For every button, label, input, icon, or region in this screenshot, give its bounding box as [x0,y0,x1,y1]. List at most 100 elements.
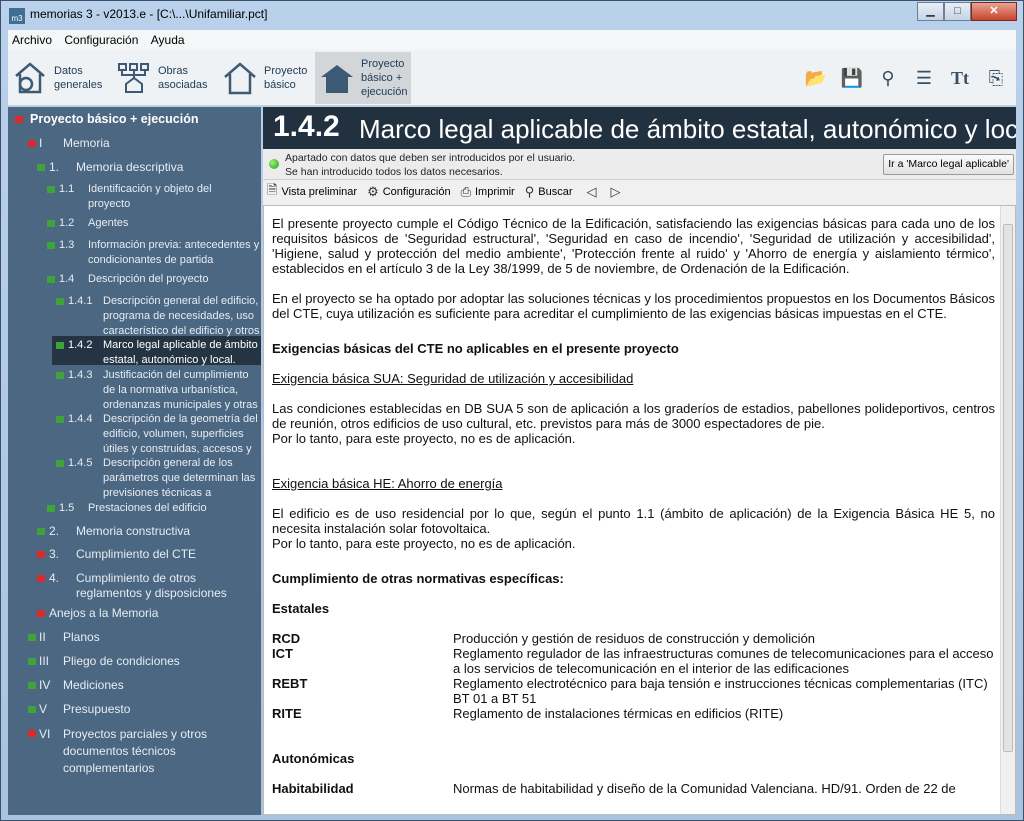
item-num: VI [39,727,51,741]
norm-key: ICT [272,646,293,661]
minimize-button[interactable]: ▁ [917,2,944,21]
label: ejecución [361,86,408,98]
house-gear-icon [15,62,45,94]
item-num: 3. [49,547,60,561]
status-line-1: Apartado con datos que deben ser introdu… [285,152,576,164]
norm-row: ICT Reglamento regulador de las infraestr… [272,646,995,676]
item-num: 1.4.2 [68,339,93,351]
item-num: 4. [49,571,60,585]
status-green-icon [56,460,64,467]
printer-icon[interactable]: ⎙ [461,184,471,200]
heading: Cumplimiento de otras normativas específ… [272,571,564,586]
paragraph: Las condiciones establecidas en DB SUA 5… [272,401,995,431]
proyecto-basico-button[interactable]: Proyecto básico [222,52,307,104]
main-panel: 1.4.2 Marco legal aplicable de ámbito es… [263,107,1016,815]
item-text: Agentes [88,217,129,229]
item-num: IV [39,678,51,692]
item-text: Proyectos parciales y otros documentos t… [63,727,208,775]
menu-archivo[interactable]: Archivo [8,30,57,47]
close-button[interactable]: ✕ [971,2,1017,21]
tree-item[interactable]: 1.4.1 Descripción general del edificio, p… [8,294,261,339]
document-view[interactable]: El presente proyecto cumple el Código Té… [263,205,1016,815]
search-button[interactable]: Buscar [538,186,572,198]
item-num: 1. [49,160,60,174]
maximize-button[interactable]: □ [944,2,971,21]
label: Proyecto básico + ejecución [30,112,199,126]
goto-marco-legal-button[interactable]: Ir a 'Marco legal aplicable' [883,154,1014,175]
house-filled-icon [321,65,353,93]
status-red-icon [28,140,36,147]
previous-arrow-icon[interactable]: ◁ [587,184,597,200]
item-text: Cumplimiento del CTE [76,547,197,561]
item-text: Descripción de la geometría del edificio… [103,413,258,455]
binoculars-icon[interactable]: ⚲ [876,66,900,90]
status-line-2: Se han introducido todos los datos neces… [285,166,503,178]
save-icon[interactable]: 💾 [840,66,864,90]
tree-item[interactable]: 1.4.5 Descripción general de los parámetr… [8,456,261,501]
proyecto-basico-ejecucion-button[interactable]: Proyecto básico + ejecución [315,52,412,104]
font-icon[interactable]: Tt [948,66,972,90]
status-green-icon [56,372,64,379]
item-num: 1.1 [59,183,75,195]
status-green-icon [47,186,55,193]
paragraph: El presente proyecto cumple el Código Té… [272,216,995,276]
norm-row: REBT Reglamento electrotécnico para baja … [272,676,995,706]
house-outline-icon [224,62,256,95]
preview-button[interactable]: Vista preliminar [281,186,357,198]
obras-asociadas-button[interactable]: Obras asociadas [116,52,208,104]
status-green-icon [56,342,64,349]
paragraph: Por lo tanto, para este proyecto, no es … [272,431,576,446]
label: básico [264,79,296,91]
status-green-icon [28,634,36,641]
checklist-icon[interactable]: ☰ [912,66,936,90]
gear-icon[interactable]: ⚙ [367,184,379,200]
paragraph: En el proyecto se ha optado por adoptar … [272,291,995,321]
config-button[interactable]: Configuración [383,186,451,198]
heading: Exigencias básicas del CTE no aplicables… [272,341,679,356]
tree-item[interactable]: 1.4.4 Descripción de la geometría del edi… [8,412,261,457]
binoculars-icon[interactable]: ⚲ [525,184,535,200]
label: Datos [54,65,83,77]
item-num: 1.4.5 [68,457,93,469]
norm-key: REBT [272,676,308,691]
norm-value: Reglamento regulador de las infraestruct… [453,646,994,676]
status-green-icon [28,658,36,665]
app-window: m3 memorias 3 - v2013.e - [C:\...\Unifam… [0,0,1024,821]
section-number: 1.4.2 [273,110,340,143]
menu-configuracion[interactable]: Configuración [60,30,143,47]
document-toolbar: 🗎 Vista preliminar ⚙ Configuración ⎙ Imprim… [263,180,1016,204]
preview-icon[interactable]: 🗎 [267,181,277,203]
norm-row: RCD Producción y gestión de residuos de c… [272,631,995,646]
label: generales [54,79,103,91]
export-icon[interactable]: ⎘ [984,66,1008,90]
item-text: Memoria [63,136,110,150]
item-text: Identificación y objeto del proyecto [88,183,212,210]
status-green-icon [47,505,55,512]
item-num: 1.4.1 [68,295,93,307]
section-title: Marco legal aplicable de ámbito estatal,… [359,114,1016,144]
item-num: 1.4.4 [68,413,93,425]
item-num: II [39,630,46,644]
section-header: 1.4.2 Marco legal aplicable de ámbito es… [263,107,1016,149]
menu-bar: Archivo Configuración Ayuda [8,30,1016,50]
heading: Autonómicas [272,751,355,766]
item-text: Información previa: antecedentes y condi… [88,239,260,266]
tree-item[interactable]: 1.4.3 Justificación del cumplimiento de l… [8,368,261,413]
item-text: Descripción general de los parámetros qu… [103,457,256,499]
vertical-scrollbar[interactable] [1000,206,1015,814]
next-arrow-icon[interactable]: ▷ [611,184,621,200]
datos-generales-button[interactable]: Datos generales [12,52,102,104]
subheading: Exigencia básica HE: Ahorro de energía [272,476,503,491]
scrollbar-thumb[interactable] [1003,224,1013,752]
open-folder-icon[interactable]: 📂 [804,66,828,90]
print-button[interactable]: Imprimir [475,186,515,198]
item-num: 1.4 [59,273,75,285]
item-num: V [39,702,48,716]
item-num: 1.4.3 [68,369,93,381]
status-red-icon [15,116,23,123]
item-text: Pliego de condiciones [63,654,180,668]
item-text: Descripción general del edificio, progra… [103,295,260,337]
item-text: Cumplimiento de otros reglamentos y disp… [76,571,227,600]
menu-ayuda[interactable]: Ayuda [147,30,190,47]
status-green-icon [28,682,36,689]
